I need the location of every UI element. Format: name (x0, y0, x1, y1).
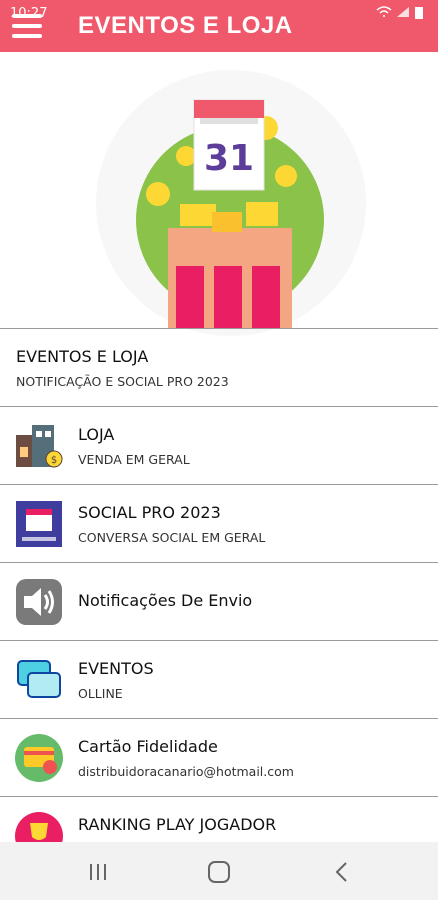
store-building-icon: $ (14, 421, 64, 471)
list-item-subtitle: CONVERSA SOCIAL EM GERAL (78, 530, 266, 545)
list-item-title: LOJA (78, 425, 115, 444)
list-item-title: EVENTOS (78, 659, 154, 678)
list-item-loja[interactable]: $ LOJA VENDA EM GERAL (0, 406, 438, 484)
status-icons (376, 6, 424, 20)
list-item-title: Cartão Fidelidade (78, 737, 218, 756)
battery-icon (415, 7, 423, 19)
list-item-title: SOCIAL PRO 2023 (78, 503, 221, 522)
list-item-header[interactable]: EVENTOS E LOJA NOTIFICAÇÃO E SOCIAL PRO … (0, 328, 438, 406)
list-item-cartao-fidelidade[interactable]: Cartão Fidelidade distribuidoracanario@h… (0, 718, 438, 796)
loyalty-card-icon (14, 733, 64, 783)
wifi-icon (376, 6, 392, 17)
back-icon[interactable] (328, 858, 356, 886)
list-item-social-pro[interactable]: SOCIAL PRO 2023 CONVERSA SOCIAL EM GERAL (0, 484, 438, 562)
system-nav-bar (0, 842, 438, 900)
list-item-subtitle: OLLINE (78, 686, 123, 701)
calendar-app-icon (14, 499, 64, 549)
store-calendar-illustration: 31 (136, 99, 324, 328)
home-icon[interactable] (205, 858, 233, 886)
app-bar: 10:27 EVENTOS E LOJA (0, 0, 438, 52)
hero-banner: 31 (0, 52, 438, 336)
list-item-title: EVENTOS E LOJA (16, 347, 149, 366)
menu-button[interactable] (12, 14, 42, 38)
app-title: EVENTOS E LOJA (78, 12, 293, 39)
list-item-subtitle: VENDA EM GERAL (78, 452, 190, 467)
menu-icon (12, 14, 42, 18)
calendar-number: 31 (204, 138, 254, 179)
signal-icon (397, 7, 409, 17)
list-item-subtitle: NOTIFICAÇÃO E SOCIAL PRO 2023 (16, 374, 229, 389)
chat-bubbles-icon (14, 655, 64, 705)
svg-text:$: $ (51, 455, 57, 466)
list-item-title: RANKING PLAY JOGADOR (78, 815, 277, 834)
list-item-eventos[interactable]: EVENTOS OLLINE (0, 640, 438, 718)
list-item-notificacoes[interactable]: Notificações De Envio (0, 562, 438, 640)
recents-icon[interactable] (84, 858, 112, 886)
list-item-subtitle: distribuidoracanario@hotmail.com (78, 764, 294, 779)
list-item-title: Notificações De Envio (78, 591, 253, 610)
menu-list: EVENTOS E LOJA NOTIFICAÇÃO E SOCIAL PRO … (0, 328, 438, 874)
speaker-icon (14, 577, 64, 627)
